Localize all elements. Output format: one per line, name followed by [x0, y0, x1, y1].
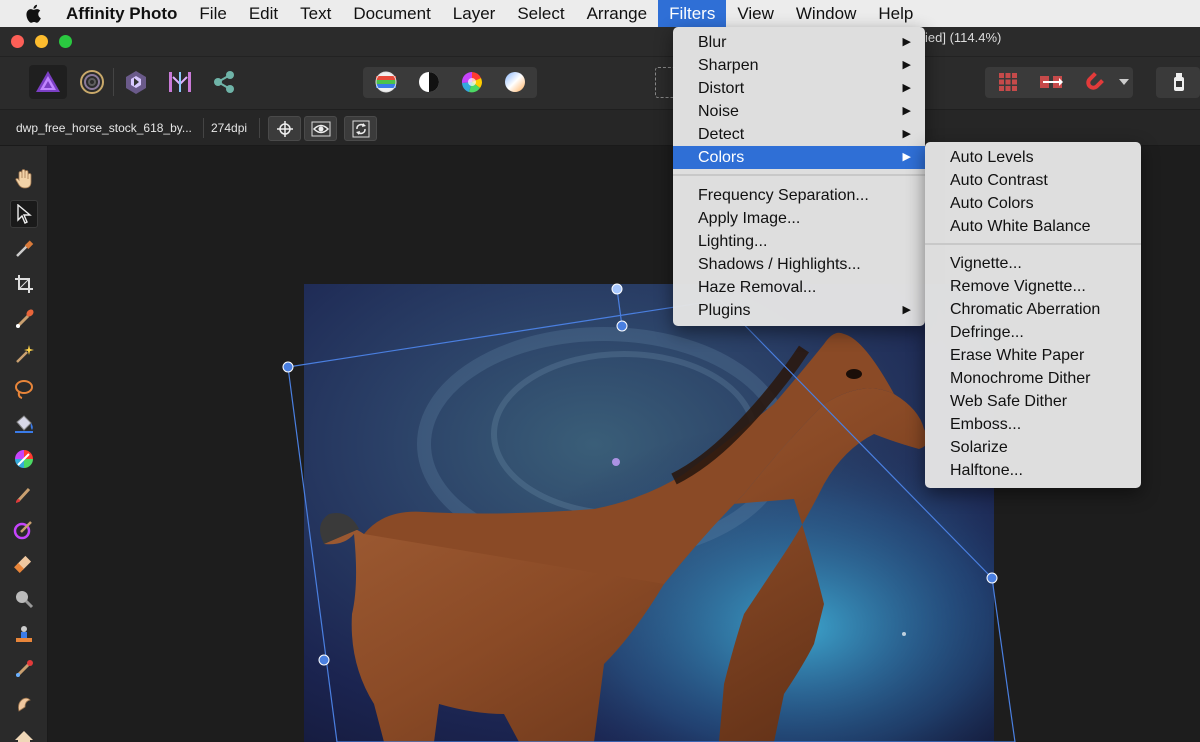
filters-menu-item-plugins[interactable]: Plugins ▶: [673, 299, 925, 322]
filters-menu: Blur ▶ Sharpen ▶ Distort ▶ Noise ▶ Detect ▶ C…: [673, 27, 925, 326]
filters-menu-item-sharpen[interactable]: Sharpen ▶: [673, 54, 925, 77]
filters-menu-item-colors[interactable]: Colors ▶: [673, 146, 925, 169]
filters-menu-item-lighting[interactable]: Lighting...: [673, 230, 925, 253]
colors-menu-item-monochrome-dither[interactable]: Monochrome Dither: [925, 367, 1141, 390]
colors-menu-item-chromatic-aberration[interactable]: Chromatic Aberration: [925, 298, 1141, 321]
submenu-arrow-icon: ▶: [902, 304, 911, 316]
colors-menu-item-auto-white-balance[interactable]: Auto White Balance: [925, 215, 1141, 238]
filters-menu-item-detect[interactable]: Detect ▶: [673, 123, 925, 146]
submenu-arrow-icon: ▶: [902, 59, 911, 71]
colors-menu-item-solarize[interactable]: Solarize: [925, 436, 1141, 459]
filters-menu-item-distort[interactable]: Distort ▶: [673, 77, 925, 100]
filters-menu-item-haze-removal[interactable]: Haze Removal...: [673, 276, 925, 299]
submenu-arrow-icon: ▶: [902, 82, 911, 94]
colors-submenu: Auto Levels Auto Contrast Auto Colors Au…: [925, 142, 1141, 488]
transform-handle[interactable]: [986, 572, 998, 584]
colors-menu-item-halftone[interactable]: Halftone...: [925, 459, 1141, 482]
transform-handle[interactable]: [282, 361, 294, 373]
rotation-handle[interactable]: [611, 283, 623, 295]
colors-menu-item-web-safe-dither[interactable]: Web Safe Dither: [925, 390, 1141, 413]
filters-menu-item-apply-image[interactable]: Apply Image...: [673, 207, 925, 230]
colors-menu-item-auto-contrast[interactable]: Auto Contrast: [925, 169, 1141, 192]
colors-menu-item-auto-levels[interactable]: Auto Levels: [925, 146, 1141, 169]
colors-menu-item-vignette[interactable]: Vignette...: [925, 252, 1141, 275]
filters-menu-item-shadows-highlights[interactable]: Shadows / Highlights...: [673, 253, 925, 276]
menu-separator: [673, 174, 925, 176]
transform-handle[interactable]: [616, 320, 628, 332]
filters-menu-item-frequency-separation[interactable]: Frequency Separation...: [673, 184, 925, 207]
colors-menu-item-erase-white-paper[interactable]: Erase White Paper: [925, 344, 1141, 367]
colors-menu-item-defringe[interactable]: Defringe...: [925, 321, 1141, 344]
submenu-arrow-icon: ▶: [902, 105, 911, 117]
colors-menu-item-emboss[interactable]: Emboss...: [925, 413, 1141, 436]
menu-separator: [925, 243, 1141, 245]
colors-menu-item-auto-colors[interactable]: Auto Colors: [925, 192, 1141, 215]
colors-menu-item-remove-vignette[interactable]: Remove Vignette...: [925, 275, 1141, 298]
submenu-arrow-icon: ▶: [902, 36, 911, 48]
filters-menu-item-noise[interactable]: Noise ▶: [673, 100, 925, 123]
transform-handle[interactable]: [318, 654, 330, 666]
filters-menu-item-blur[interactable]: Blur ▶: [673, 31, 925, 54]
submenu-arrow-icon: ▶: [902, 151, 911, 163]
submenu-arrow-icon: ▶: [902, 128, 911, 140]
